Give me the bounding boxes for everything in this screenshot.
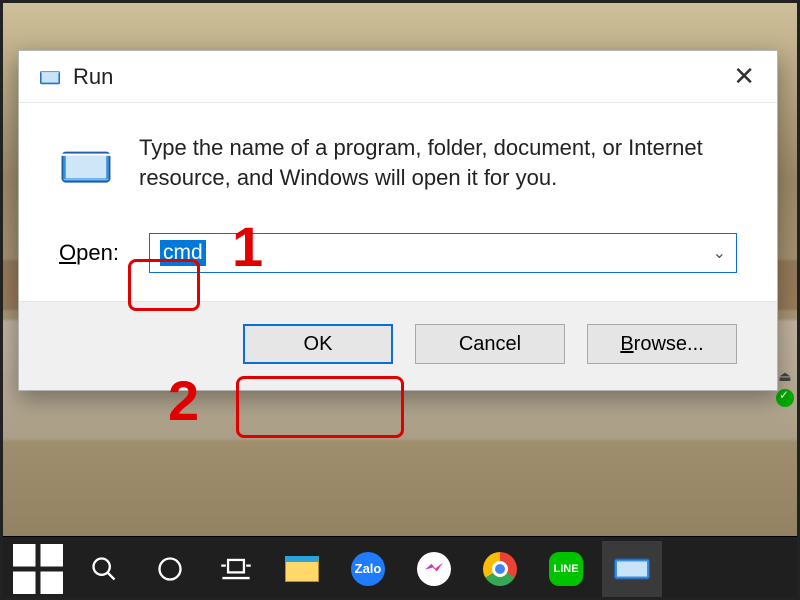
run-icon-large — [59, 139, 113, 193]
open-label: Open: — [59, 240, 129, 266]
open-input-value[interactable]: cmd — [160, 240, 206, 266]
cortana-button[interactable] — [140, 541, 200, 597]
chrome-button[interactable] — [470, 541, 530, 597]
line-button[interactable]: LINE — [536, 541, 596, 597]
status-ok-icon — [776, 389, 794, 407]
browse-button[interactable]: Browse... — [587, 324, 737, 364]
chevron-down-icon: ⌄ — [713, 243, 726, 263]
close-button[interactable]: ✕ — [729, 61, 759, 92]
dialog-description: Type the name of a program, folder, docu… — [139, 133, 737, 192]
dialog-title: Run — [73, 64, 113, 90]
shield-icon: ⏏ — [778, 368, 791, 385]
line-icon: LINE — [549, 552, 583, 586]
cortana-icon — [156, 555, 184, 583]
start-button[interactable] — [8, 541, 68, 597]
messenger-button[interactable] — [404, 541, 464, 597]
run-icon — [39, 66, 61, 88]
titlebar: Run ✕ — [19, 51, 777, 103]
zalo-button[interactable]: Zalo — [338, 541, 398, 597]
file-explorer-icon — [285, 556, 319, 582]
file-explorer-button[interactable] — [272, 541, 332, 597]
run-task-button[interactable] — [602, 541, 662, 597]
zalo-icon: Zalo — [351, 552, 385, 586]
messenger-icon — [417, 552, 451, 586]
run-task-icon — [612, 554, 652, 584]
ok-button[interactable]: OK — [243, 324, 393, 364]
open-combobox[interactable]: cmd ⌄ — [149, 233, 737, 273]
run-dialog: Run ✕ Type the name of a program, folder… — [18, 50, 778, 391]
dialog-button-row: OK Cancel Browse... — [19, 301, 777, 390]
cancel-button[interactable]: Cancel — [415, 324, 565, 364]
windows-icon — [8, 539, 68, 599]
task-view-icon — [219, 555, 253, 583]
task-view-button[interactable] — [206, 541, 266, 597]
tray-icons: ⏏ — [776, 368, 794, 407]
search-button[interactable] — [74, 541, 134, 597]
taskbar: Zalo LINE — [0, 536, 800, 600]
chrome-icon — [483, 552, 517, 586]
search-icon — [90, 555, 118, 583]
